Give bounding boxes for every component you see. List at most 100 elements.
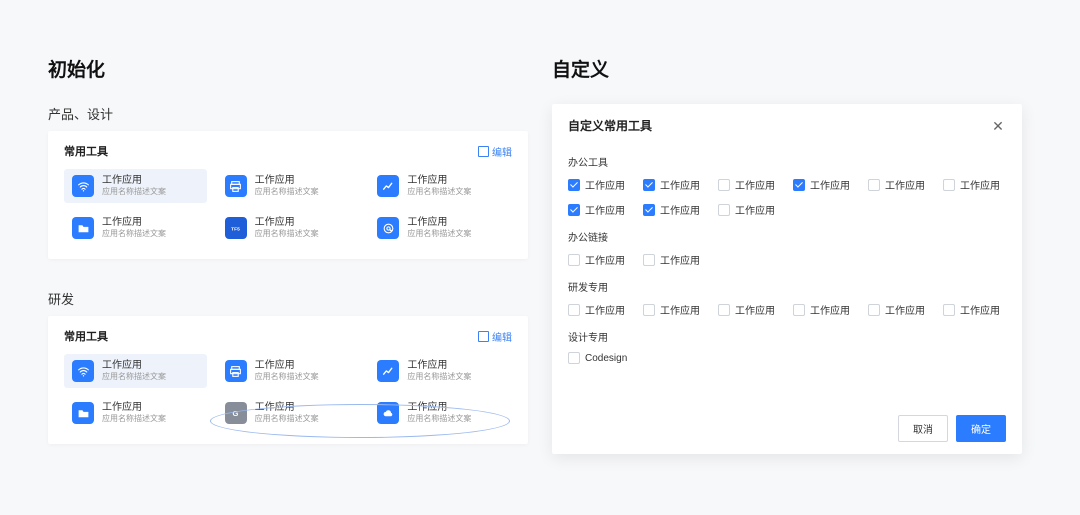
checkbox-icon [943,179,955,191]
tools-panel: 常用工具编辑工作应用应用名称描述文案工作应用应用名称描述文案工作应用应用名称描述… [48,316,528,444]
checkbox-icon [643,204,655,216]
chart-icon [377,175,399,197]
checkbox-icon [643,254,655,266]
checkbox-icon [568,304,580,316]
tool-name: 工作应用 [102,217,166,229]
right-title: 自定义 [552,55,1032,82]
tool-name: 工作应用 [255,217,319,229]
checkbox-item[interactable]: 工作应用 [643,177,700,192]
checkbox-label: 工作应用 [735,302,775,317]
tools-panel: 常用工具编辑工作应用应用名称描述文案工作应用应用名称描述文案工作应用应用名称描述… [48,131,528,259]
checkbox-icon [718,179,730,191]
tool-item[interactable]: 工作应用应用名称描述文案 [64,211,207,245]
checkbox-item[interactable]: 工作应用 [868,177,925,192]
checkbox-icon [643,179,655,191]
tool-item[interactable]: 工作应用应用名称描述文案 [64,169,207,203]
checkbox-label: 工作应用 [885,177,925,192]
customize-modal: 自定义常用工具 ✕ 办公工具工作应用工作应用工作应用工作应用工作应用工作应用工作… [552,104,1022,454]
checkbox-item[interactable]: 工作应用 [568,202,625,217]
tool-desc: 应用名称描述文案 [102,229,166,239]
checkbox-icon [643,304,655,316]
tool-name: 工作应用 [102,360,166,372]
checkbox-item[interactable]: 工作应用 [793,302,850,317]
checkbox-item[interactable]: 工作应用 [943,302,1000,317]
tool-desc: 应用名称描述文案 [407,187,471,197]
checkbox-label: 工作应用 [810,302,850,317]
tool-item[interactable]: 工作应用应用名称描述文案 [217,354,360,388]
category-title: 办公链接 [568,229,1006,244]
checkbox-item[interactable]: 工作应用 [643,202,700,217]
checkbox-label: 工作应用 [960,302,1000,317]
tool-desc: 应用名称描述文案 [255,187,319,197]
edit-button[interactable]: 编辑 [478,144,512,159]
tool-name: 工作应用 [407,402,471,414]
checkbox-item[interactable]: Codesign [568,352,627,364]
tool-item[interactable]: 工作应用应用名称描述文案 [64,354,207,388]
tool-name: 工作应用 [102,175,166,187]
checkbox-icon [568,352,580,364]
checkbox-item[interactable]: 工作应用 [643,252,700,267]
wifi-icon [72,175,94,197]
svg-text:TF5: TF5 [231,226,240,232]
section-subtitle: 产品、设计 [48,104,528,123]
tool-name: 工作应用 [255,360,319,372]
checkbox-item[interactable]: 工作应用 [718,302,775,317]
left-title: 初始化 [48,55,528,82]
checkbox-label: 工作应用 [660,252,700,267]
checkbox-label: 工作应用 [735,177,775,192]
checkbox-label: Codesign [585,353,627,364]
checkbox-icon [718,204,730,216]
confirm-button[interactable]: 确定 [956,415,1006,442]
checkbox-item[interactable]: 工作应用 [568,252,625,267]
tool-desc: 应用名称描述文案 [255,414,319,424]
checkbox-icon [718,304,730,316]
checkbox-item[interactable]: 工作应用 [718,177,775,192]
checkbox-label: 工作应用 [660,202,700,217]
checkbox-item[interactable]: 工作应用 [943,177,1000,192]
edit-label: 编辑 [492,144,512,159]
checkbox-label: 工作应用 [960,177,1000,192]
chart-icon [377,360,399,382]
tool-desc: 应用名称描述文案 [102,414,166,424]
close-icon[interactable]: ✕ [990,119,1006,133]
checkbox-label: 工作应用 [885,302,925,317]
checkbox-icon [868,179,880,191]
svg-text:G: G [233,409,239,418]
tf5-icon: TF5 [225,217,247,239]
category-title: 研发专用 [568,279,1006,294]
checkbox-item[interactable]: 工作应用 [643,302,700,317]
cancel-button[interactable]: 取消 [898,415,948,442]
checkbox-item[interactable]: 工作应用 [868,302,925,317]
tool-desc: 应用名称描述文案 [407,414,471,424]
tool-item[interactable]: 工作应用应用名称描述文案 [64,396,207,430]
checkbox-label: 工作应用 [585,302,625,317]
checkbox-label: 工作应用 [660,302,700,317]
tool-name: 工作应用 [407,217,471,229]
checkbox-label: 工作应用 [660,177,700,192]
tool-item[interactable]: 工作应用应用名称描述文案 [369,169,512,203]
printer-icon [225,360,247,382]
checkbox-item[interactable]: 工作应用 [793,177,850,192]
checkbox-item[interactable]: 工作应用 [568,302,625,317]
checkbox-label: 工作应用 [585,177,625,192]
checkbox-item[interactable]: 工作应用 [718,202,775,217]
checkbox-label: 工作应用 [810,177,850,192]
tool-desc: 应用名称描述文案 [102,187,166,197]
tool-desc: 应用名称描述文案 [255,229,319,239]
tool-item[interactable]: TF5 工作应用应用名称描述文案 [217,211,360,245]
tool-item[interactable]: 工作应用应用名称描述文案 [369,396,512,430]
checkbox-icon [868,304,880,316]
modal-title: 自定义常用工具 [568,117,652,134]
edit-label: 编辑 [492,329,512,344]
tool-item[interactable]: 工作应用应用名称描述文案 [217,169,360,203]
checkbox-label: 工作应用 [585,252,625,267]
g-icon: G [225,402,247,424]
checkbox-label: 工作应用 [735,202,775,217]
tool-item[interactable]: G工作应用应用名称描述文案 [217,396,360,430]
checkbox-item[interactable]: 工作应用 [568,177,625,192]
tool-item[interactable]: 工作应用应用名称描述文案 [369,354,512,388]
printer-icon [225,175,247,197]
tool-item[interactable]: 工作应用应用名称描述文案 [369,211,512,245]
checkbox-icon [568,204,580,216]
edit-button[interactable]: 编辑 [478,329,512,344]
